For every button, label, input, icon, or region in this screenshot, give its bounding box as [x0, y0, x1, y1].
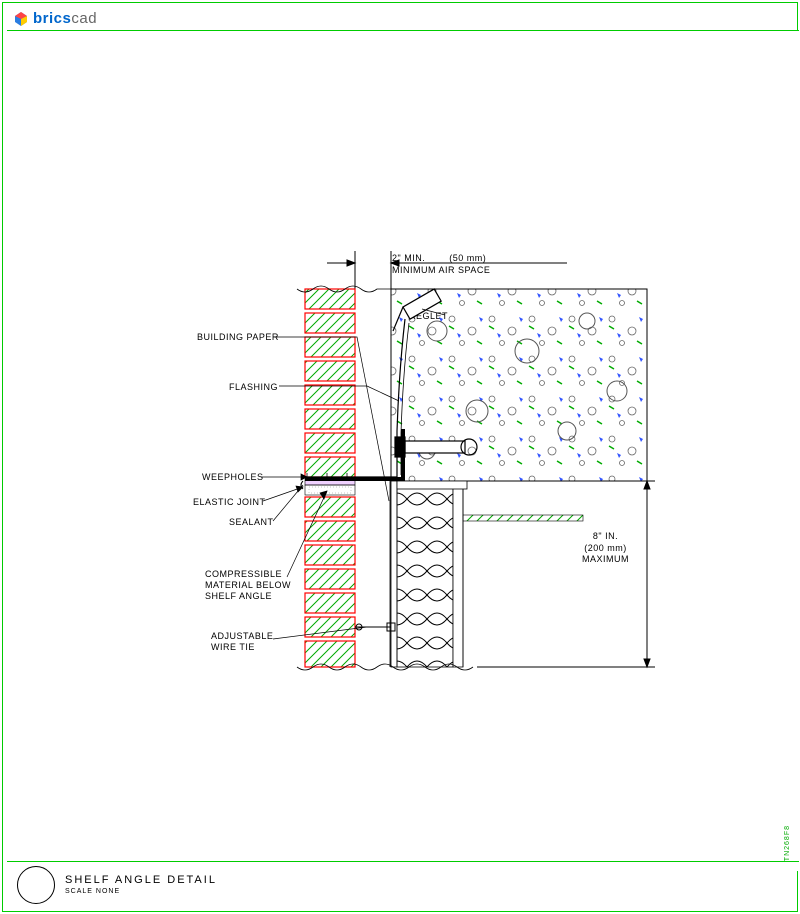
drawing-scale: SCALE NONE — [65, 888, 217, 895]
title-block: SHELF ANGLE DETAIL SCALE NONE — [7, 861, 799, 907]
title-block-text: SHELF ANGLE DETAIL SCALE NONE — [65, 874, 217, 895]
brand-text: bricscad — [33, 10, 97, 27]
drawing-ref-label: TN268F8 — [784, 825, 791, 861]
cad-diagram — [7, 31, 799, 871]
drawing-title: SHELF ANGLE DETAIL — [65, 874, 217, 886]
bricscad-logo-icon — [13, 11, 29, 27]
brand-part2: cad — [71, 10, 97, 27]
drawing-canvas: 2" MIN. (50 mm) MINIMUM AIR SPACE 8" IN.… — [7, 31, 799, 871]
header-bar: bricscad — [7, 7, 799, 31]
app-frame: bricscad 2" MIN. (50 mm) MINIMUM AIR SPA… — [2, 2, 798, 912]
title-block-circle-icon — [17, 866, 55, 904]
brand-part1: brics — [33, 10, 71, 27]
